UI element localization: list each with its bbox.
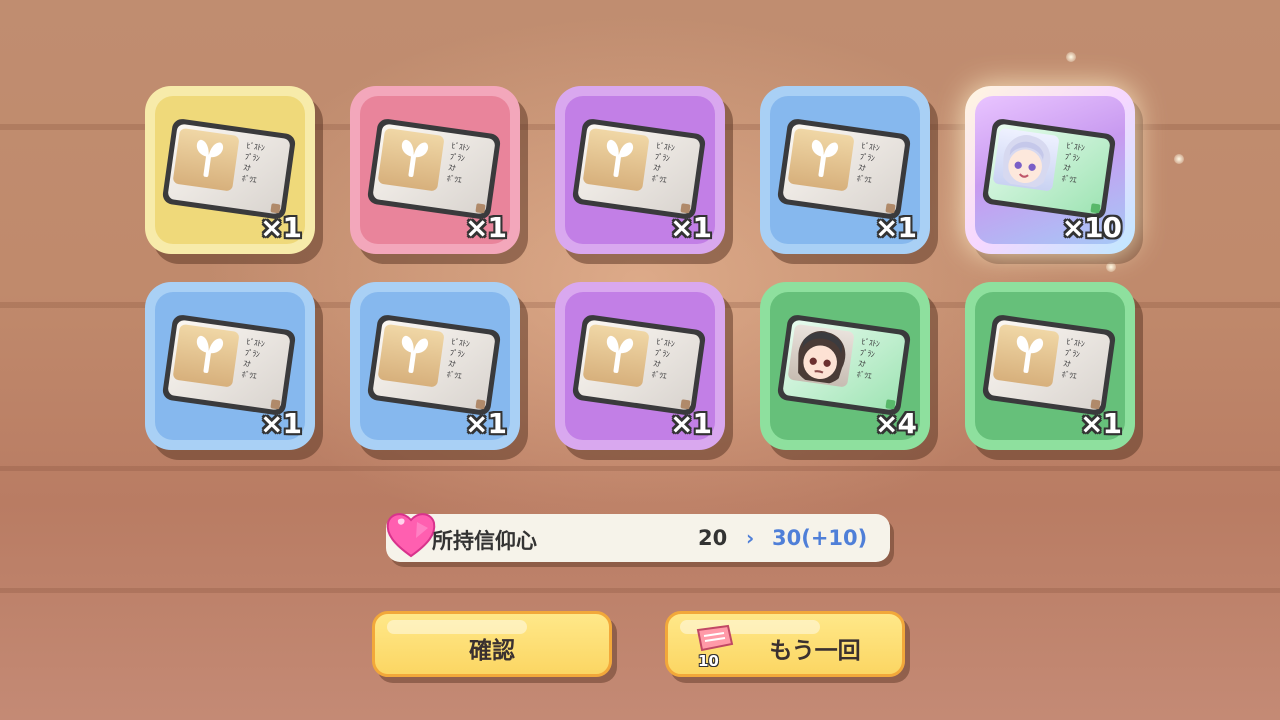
- quantity-label: ×4: [875, 407, 917, 440]
- sprout-ticket-icon: ﾋﾞｽﾄﾝ ﾌﾟﾗﾝ ｽﾅ ﾎﾞﾂｴ: [161, 313, 297, 417]
- reward-card-rare[interactable]: ﾋﾞｽﾄﾝ ﾌﾟﾗﾝ ｽﾅ ﾎﾞﾂｴ ×10: [965, 86, 1135, 254]
- draw-again-button[interactable]: 10 もう一回: [665, 611, 905, 677]
- reward-card[interactable]: ﾋﾞｽﾄﾝ ﾌﾟﾗﾝ ｽﾅ ﾎﾞﾂｴ ×1: [145, 282, 315, 450]
- sprout-ticket-icon: ﾋﾞｽﾄﾝ ﾌﾟﾗﾝ ｽﾅ ﾎﾞﾂｴ: [161, 117, 297, 221]
- sprout-ticket-icon: ﾋﾞｽﾄﾝ ﾌﾟﾗﾝ ｽﾅ ﾎﾞﾂｴ: [366, 313, 502, 417]
- reward-grid: ﾋﾞｽﾄﾝ ﾌﾟﾗﾝ ｽﾅ ﾎﾞﾂｴ ×1 ﾋﾞｽﾄﾝ ﾌﾟﾗﾝ ｽﾅ ﾎﾞﾂｴ ×1: [145, 86, 1145, 456]
- wood-plank-line: [0, 466, 1280, 471]
- sprout-ticket-icon: ﾋﾞｽﾄﾝ ﾌﾟﾗﾝ ｽﾅ ﾎﾞﾂｴ: [981, 313, 1117, 417]
- sprout-ticket-icon: ﾋﾞｽﾄﾝ ﾌﾟﾗﾝ ｽﾅ ﾎﾞﾂｴ: [366, 117, 502, 221]
- sprout-ticket-icon: ﾋﾞｽﾄﾝ ﾌﾟﾗﾝ ｽﾅ ﾎﾞﾂｴ: [571, 313, 707, 417]
- character-ticket-icon: ﾋﾞｽﾄﾝ ﾌﾟﾗﾝ ｽﾅ ﾎﾞﾂｴ: [776, 313, 912, 417]
- quantity-label: ×10: [1061, 211, 1122, 244]
- quantity-label: ×1: [260, 211, 302, 244]
- sparkle-icon: [1174, 154, 1184, 164]
- reward-card[interactable]: ﾋﾞｽﾄﾝ ﾌﾟﾗﾝ ｽﾅ ﾎﾞﾂｴ ×1: [145, 86, 315, 254]
- wood-plank-line: [0, 588, 1280, 593]
- faith-arrow: ›: [746, 526, 755, 550]
- reward-card[interactable]: ﾋﾞｽﾄﾝ ﾌﾟﾗﾝ ｽﾅ ﾎﾞﾂｴ ×1: [350, 282, 520, 450]
- reward-card[interactable]: ﾋﾞｽﾄﾝ ﾌﾟﾗﾝ ｽﾅ ﾎﾞﾂｴ ×1: [350, 86, 520, 254]
- draw-again-label: もう一回: [769, 638, 861, 664]
- reward-card[interactable]: ﾋﾞｽﾄﾝ ﾌﾟﾗﾝ ｽﾅ ﾎﾞﾂｴ ×1: [760, 86, 930, 254]
- quantity-label: ×1: [465, 407, 507, 440]
- confirm-button-label: 確認: [469, 638, 515, 664]
- quantity-label: ×1: [465, 211, 507, 244]
- quantity-label: ×1: [260, 407, 302, 440]
- faith-label: 所持信仰心: [432, 529, 537, 553]
- faith-counter: 所持信仰心 20 › 30(+10): [386, 513, 890, 562]
- result-screen: ﾋﾞｽﾄﾝ ﾌﾟﾗﾝ ｽﾅ ﾎﾞﾂｴ ×1 ﾋﾞｽﾄﾝ ﾌﾟﾗﾝ ｽﾅ ﾎﾞﾂｴ ×1: [0, 0, 1280, 720]
- quantity-label: ×1: [670, 211, 712, 244]
- reward-card[interactable]: ﾋﾞｽﾄﾝ ﾌﾟﾗﾝ ｽﾅ ﾎﾞﾂｴ ×1: [555, 86, 725, 254]
- sprout-ticket-icon: ﾋﾞｽﾄﾝ ﾌﾟﾗﾝ ｽﾅ ﾎﾞﾂｴ: [776, 117, 912, 221]
- confirm-button[interactable]: 確認: [372, 611, 612, 677]
- reward-card[interactable]: ﾋﾞｽﾄﾝ ﾌﾟﾗﾝ ｽﾅ ﾎﾞﾂｴ ×4: [760, 282, 930, 450]
- reward-card[interactable]: ﾋﾞｽﾄﾝ ﾌﾟﾗﾝ ｽﾅ ﾎﾞﾂｴ ×1: [965, 282, 1135, 450]
- heart-icon: [386, 513, 436, 558]
- quantity-label: ×1: [670, 407, 712, 440]
- quantity-label: ×1: [1080, 407, 1122, 440]
- quantity-label: ×1: [875, 211, 917, 244]
- ticket-count: 10: [698, 652, 719, 670]
- sparkle-icon: [1066, 52, 1076, 62]
- faith-new-value: 30(+10): [772, 526, 868, 550]
- character-ticket-icon: ﾋﾞｽﾄﾝ ﾌﾟﾗﾝ ｽﾅ ﾎﾞﾂｴ: [981, 117, 1117, 221]
- reward-card[interactable]: ﾋﾞｽﾄﾝ ﾌﾟﾗﾝ ｽﾅ ﾎﾞﾂｴ ×1: [555, 282, 725, 450]
- sprout-ticket-icon: ﾋﾞｽﾄﾝ ﾌﾟﾗﾝ ｽﾅ ﾎﾞﾂｴ: [571, 117, 707, 221]
- faith-current-value: 20: [698, 526, 728, 550]
